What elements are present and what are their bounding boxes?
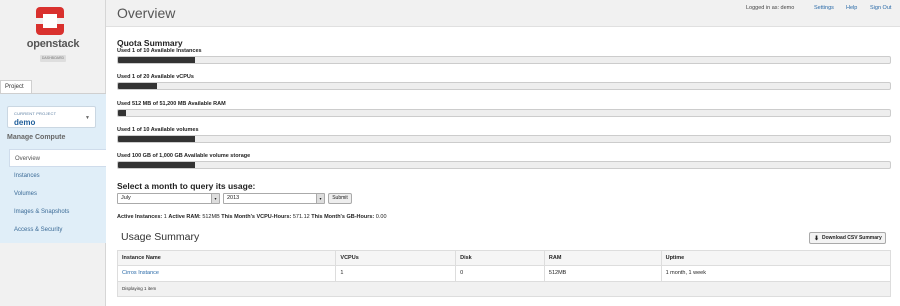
quota-label: Used 1 of 10 Available volumes [117, 127, 199, 133]
quota-label: Used 512 MB of 51,200 MB Available RAM [117, 101, 226, 107]
quota-summary-title: Quota Summary [117, 38, 183, 48]
year-select[interactable]: 2013 ▾ [223, 193, 325, 204]
table-header: Instance Name VCPUs Disk RAM Uptime [118, 251, 890, 266]
quota-label: Used 100 GB of 1,000 GB Available volume… [117, 153, 251, 159]
logo[interactable]: openstack DASHBOARD [0, 0, 106, 76]
current-project-value: demo [14, 118, 36, 127]
gb-hours-value: 0.00 [375, 214, 387, 220]
quota-item: Used 1 of 10 Available volumes [117, 127, 891, 143]
sidebar-item-access-security[interactable]: Access & Security [0, 221, 106, 239]
quota-label: Used 1 of 10 Available Instances [117, 48, 202, 54]
chevron-down-icon: ▼ [85, 115, 90, 121]
download-icon: ⬇ [814, 236, 820, 242]
sidebar-item-instances[interactable]: Instances [0, 167, 106, 185]
dropdown-arrow-icon: ▾ [211, 194, 219, 203]
current-project-label: CURRENT PROJECT [14, 111, 57, 116]
usage-table: Instance Name VCPUs Disk RAM Uptime Cirr… [117, 250, 891, 297]
vcpu-hours-label: This Month's VCPU-Hours: [221, 214, 292, 220]
table-footer: Displaying 1 item [118, 282, 890, 296]
column-header-uptime[interactable]: Uptime [662, 251, 890, 265]
quota-bar [117, 82, 891, 90]
quota-bar [117, 161, 891, 169]
project-panel: CURRENT PROJECT demo ▼ Manage Compute Ov… [0, 93, 106, 243]
column-header-instance-name[interactable]: Instance Name [118, 251, 337, 265]
cell-vcpus: 1 [336, 266, 457, 281]
current-project-selector[interactable]: CURRENT PROJECT demo ▼ [7, 106, 96, 128]
quota-label: Used 1 of 20 Available vCPUs [117, 74, 194, 80]
help-link[interactable]: Help [846, 5, 857, 11]
cell-uptime: 1 month, 1 week [665, 270, 706, 276]
column-header-disk[interactable]: Disk [456, 251, 545, 265]
gb-hours-label: This Month's GB-Hours: [311, 214, 375, 220]
quota-bar [117, 135, 891, 143]
sign-out-link[interactable]: Sign Out [870, 5, 891, 11]
sidebar-item-volumes[interactable]: Volumes [0, 185, 106, 203]
usage-stats: Active Instances: 1 Active RAM: 512MB Th… [117, 214, 387, 220]
sidebar-item-overview[interactable]: Overview [9, 149, 106, 167]
vcpu-hours-value: 571.12 [292, 214, 310, 220]
openstack-logo-icon [36, 7, 64, 35]
download-csv-label: Download CSV Summary [822, 235, 882, 241]
quota-item: Used 1 of 10 Available Instances [117, 48, 891, 64]
active-instances-label: Active Instances: [117, 214, 163, 220]
active-ram-value: 512MB [202, 214, 220, 220]
column-header-ram[interactable]: RAM [545, 251, 662, 265]
quota-bar-fill [118, 136, 196, 142]
quota-bar [117, 109, 891, 117]
sidebar-nav: Overview Instances Volumes Images & Snap… [0, 149, 106, 239]
dropdown-arrow-icon: ▾ [316, 194, 324, 203]
sidebar-item-images-snapshots[interactable]: Images & Snapshots [0, 203, 106, 221]
quota-item: Used 1 of 20 Available vCPUs [117, 74, 891, 90]
logo-text: openstack [26, 38, 80, 50]
quota-item: Used 100 GB of 1,000 GB Available volume… [117, 153, 891, 169]
logo-subtitle: DASHBOARD [40, 55, 66, 62]
quota-item: Used 512 MB of 51,200 MB Available RAM [117, 101, 891, 117]
cell-disk: 0 [456, 266, 545, 281]
sidebar: openstack DASHBOARD Project CURRENT PROJ… [0, 0, 106, 306]
settings-link[interactable]: Settings [814, 5, 834, 11]
year-select-value: 2013 [227, 195, 240, 201]
instance-name-link[interactable]: Cirros Instance [118, 266, 337, 281]
submit-button[interactable]: Submit [328, 193, 352, 204]
active-ram-label: Active RAM: [168, 214, 201, 220]
logged-in-text: Logged in as: demo [746, 5, 795, 11]
header: Overview Logged in as: demo Settings Hel… [106, 0, 900, 27]
quota-bar-fill [118, 83, 157, 89]
column-header-vcpus[interactable]: VCPUs [336, 251, 457, 265]
section-title: Manage Compute [7, 134, 66, 141]
month-query-title: Select a month to query its usage: [117, 181, 256, 191]
cell-ram: 512MB [545, 266, 662, 281]
active-instances-value: 1 [163, 214, 167, 220]
download-csv-button[interactable]: ⬇ Download CSV Summary [809, 232, 886, 244]
quota-bar [117, 56, 891, 64]
quota-bar-fill [118, 57, 196, 63]
month-select-value: July [121, 195, 131, 201]
usage-summary-title: Usage Summary [121, 231, 200, 243]
quota-bar-fill [118, 162, 196, 168]
tab-project[interactable]: Project [0, 80, 32, 94]
page-title: Overview [117, 5, 176, 21]
month-select[interactable]: July ▾ [117, 193, 220, 204]
table-row: Cirros Instance 1 0 512MB 1 month, 1 wee… [118, 266, 890, 282]
quota-bar-fill [118, 110, 126, 116]
